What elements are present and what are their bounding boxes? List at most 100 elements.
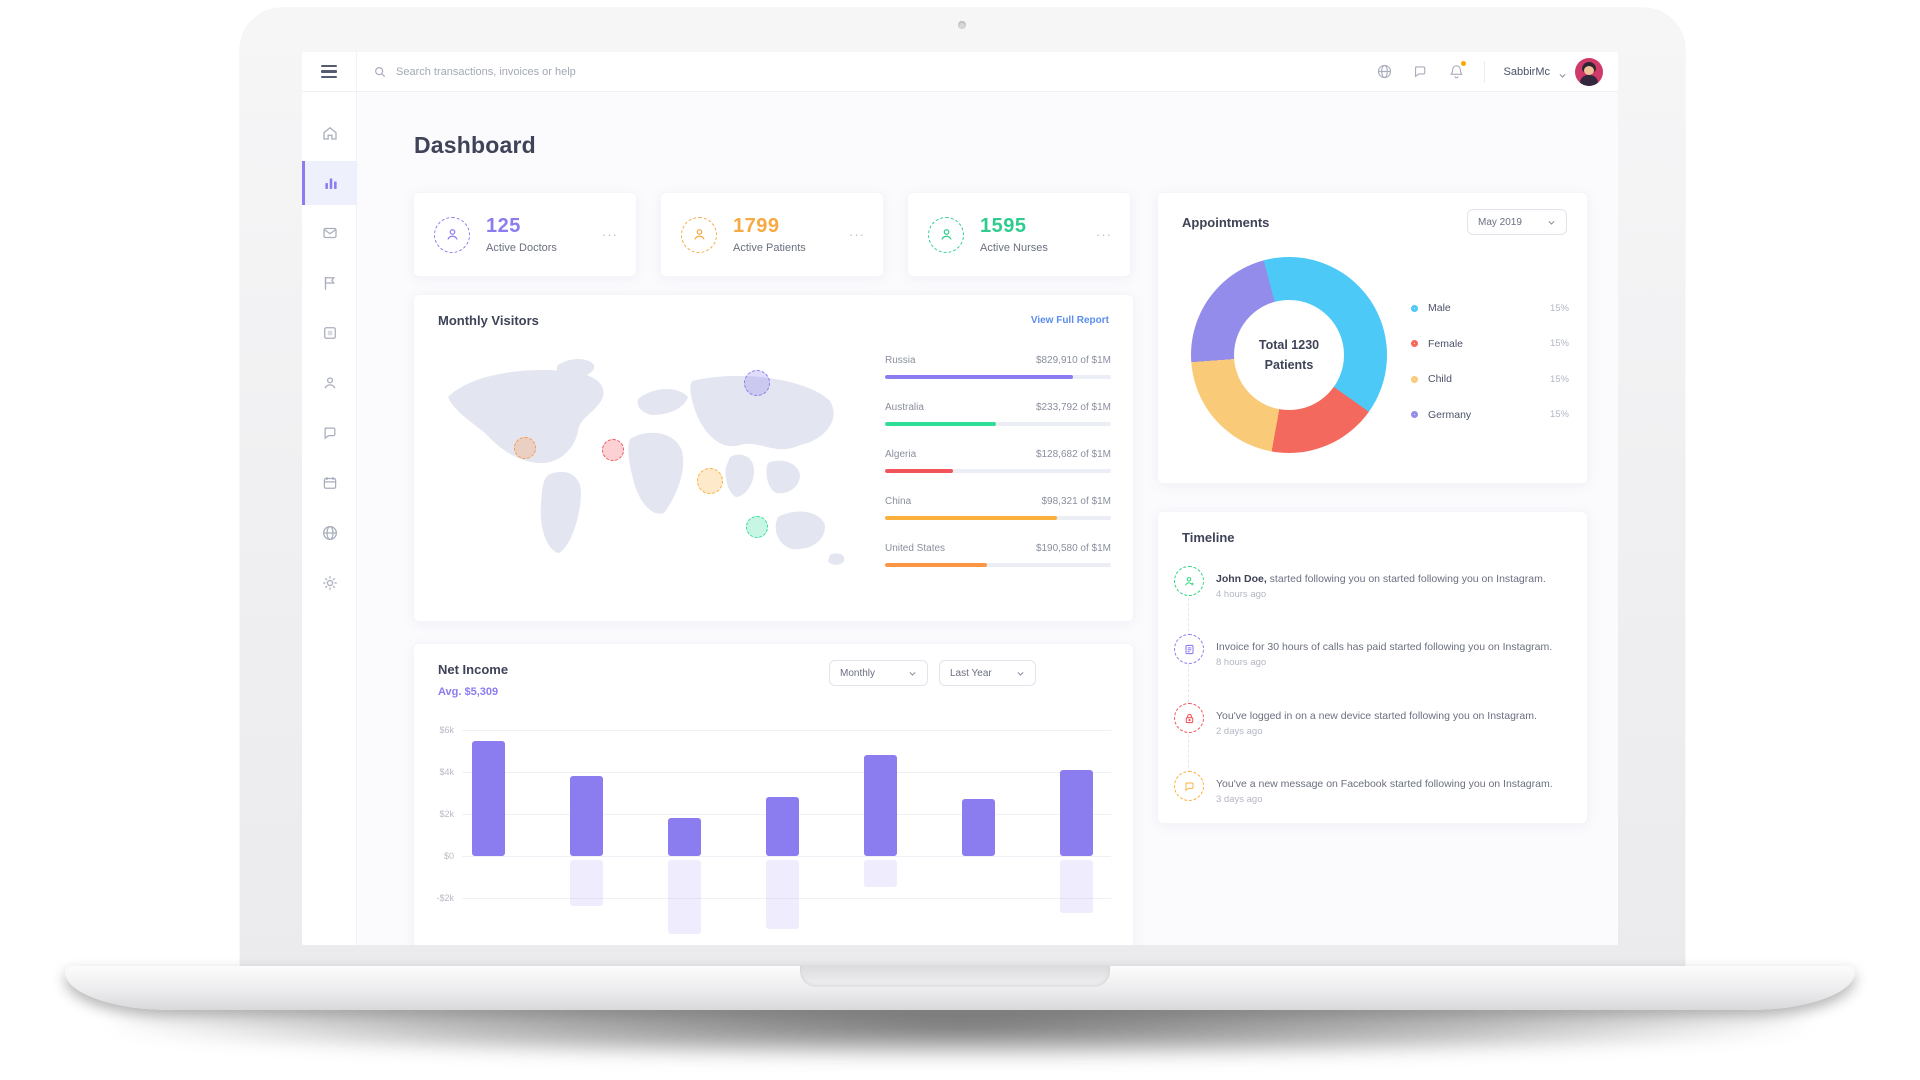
gridline xyxy=(462,856,1111,857)
legend-item-female: Female 15% xyxy=(1411,336,1569,352)
user-icon xyxy=(321,374,339,392)
app-screen: SabbirMc Dashboard 125Active Doctors···1… xyxy=(302,52,1618,945)
stat-value: 125 xyxy=(486,215,521,237)
chevron-down-icon xyxy=(1016,669,1025,678)
sidebar-item-bar-chart[interactable] xyxy=(302,161,357,205)
card-menu-button[interactable]: ··· xyxy=(602,227,618,242)
user-menu[interactable]: SabbirMc xyxy=(1503,57,1603,86)
mail-icon xyxy=(321,224,339,242)
globe-icon[interactable] xyxy=(1376,63,1393,80)
stat-text: 125 Active Doctors xyxy=(486,215,602,254)
legend-percentage: 15% xyxy=(1549,302,1569,314)
interval-dropdown[interactable]: Monthly xyxy=(829,660,928,686)
event-time: 2 days ago xyxy=(1216,726,1263,738)
country-row-header: Russia $829,910 of $1M xyxy=(885,355,1111,366)
period-dropdown-value: May 2019 xyxy=(1478,216,1522,228)
map-marker-australia xyxy=(745,516,768,538)
progress-track xyxy=(885,516,1111,520)
event-time: 3 days ago xyxy=(1216,794,1263,806)
legend-dot xyxy=(1411,375,1418,383)
stat-text: 1595 Active Nurses xyxy=(980,215,1096,254)
card-menu-button[interactable]: ··· xyxy=(849,227,865,242)
monthly-visitors-title: Monthly Visitors xyxy=(438,313,539,328)
timeline-card: Timeline John Doe, started following you… xyxy=(1157,511,1588,824)
range-dropdown[interactable]: Last Year xyxy=(939,660,1036,686)
sidebar-item-mail[interactable] xyxy=(302,211,357,255)
country-name: Algeria xyxy=(885,449,917,460)
map-marker-algeria xyxy=(601,439,624,462)
event-text: Invoice for 30 hours of calls has paid s… xyxy=(1216,641,1553,653)
view-full-report-link[interactable]: View Full Report xyxy=(1031,315,1109,326)
calendar-icon xyxy=(321,474,339,492)
income-bar xyxy=(472,740,505,856)
search-input[interactable] xyxy=(396,65,736,78)
progress-fill xyxy=(885,375,1073,379)
stat-text: 1799 Active Patients xyxy=(733,215,849,254)
home-icon xyxy=(321,124,339,142)
progress-track xyxy=(885,422,1111,426)
net-income-card: Net Income Avg. $5,309 Monthly Last Year… xyxy=(413,643,1134,945)
hamburger-menu-button[interactable] xyxy=(302,52,357,91)
timeline-event: Invoice for 30 hours of calls has paid s… xyxy=(1216,640,1568,668)
chat-icon[interactable] xyxy=(1412,63,1429,80)
timeline-title: Timeline xyxy=(1182,530,1235,545)
legend-dot xyxy=(1411,340,1418,347)
page: SabbirMc Dashboard 125Active Doctors···1… xyxy=(0,0,1920,1080)
country-name: Australia xyxy=(885,402,924,413)
progress-fill xyxy=(885,469,953,473)
income-bar-shadow xyxy=(864,860,897,888)
map-marker-russia xyxy=(743,370,770,396)
legend-label: Female xyxy=(1428,337,1464,350)
card-menu-button[interactable]: ··· xyxy=(1096,227,1112,242)
progress-track xyxy=(885,563,1111,567)
sidebar xyxy=(302,92,357,945)
legend-item-male: Male 15% xyxy=(1411,300,1569,316)
timeline-chat-icon xyxy=(1174,771,1204,801)
country-value: $829,910 of $1M xyxy=(1035,355,1111,366)
sidebar-item-calendar[interactable] xyxy=(302,461,357,505)
page-title: Dashboard xyxy=(414,132,536,158)
interval-dropdown-value: Monthly xyxy=(840,667,876,679)
user-name: SabbirMc xyxy=(1503,65,1550,78)
bell-icon[interactable] xyxy=(1448,60,1467,80)
sidebar-item-user[interactable] xyxy=(302,361,357,405)
country-value: $128,682 of $1M xyxy=(1035,449,1111,460)
chevron-down-icon xyxy=(1558,67,1567,78)
legend-label: Child xyxy=(1428,373,1452,385)
search-bar xyxy=(357,65,1376,79)
flag-icon xyxy=(321,274,339,292)
country-row-united-states: United States $190,580 of $1M xyxy=(885,543,1111,567)
event-time: 4 hours ago xyxy=(1216,589,1267,601)
sidebar-item-window[interactable] xyxy=(302,311,357,355)
gridline xyxy=(462,730,1111,731)
range-dropdown-value: Last Year xyxy=(950,667,992,679)
timeline-invoice-icon xyxy=(1174,634,1204,664)
income-bar-shadow xyxy=(668,860,701,934)
legend-label: Germany xyxy=(1428,408,1472,421)
sidebar-item-settings[interactable] xyxy=(302,561,357,605)
legend-label: Male xyxy=(1428,302,1451,314)
chevron-down-icon xyxy=(908,669,917,678)
event-text: You've logged in on a new device started… xyxy=(1216,710,1537,722)
legend-percentage: 15% xyxy=(1549,338,1569,349)
country-row-china: China $98,321 of $1M xyxy=(885,496,1111,520)
stat-label: Active Doctors xyxy=(486,242,557,254)
period-dropdown[interactable]: May 2019 xyxy=(1467,209,1567,235)
progress-track xyxy=(885,375,1111,379)
map-marker-united-states xyxy=(513,436,536,459)
timeline-lock-icon xyxy=(1174,703,1204,733)
donut-center-label: Total 1230 Patients xyxy=(1234,300,1344,410)
country-row-algeria: Algeria $128,682 of $1M xyxy=(885,449,1111,473)
y-axis-tick: $2k xyxy=(439,809,454,819)
country-row-header: Algeria $128,682 of $1M xyxy=(885,449,1111,460)
income-bar-shadow xyxy=(1060,860,1093,913)
legend-percentage: 15% xyxy=(1549,409,1569,420)
sidebar-item-flag[interactable] xyxy=(302,261,357,305)
legend-percentage: 15% xyxy=(1549,373,1569,385)
country-value: $98,321 of $1M xyxy=(1041,496,1112,507)
avatar[interactable] xyxy=(1575,57,1603,86)
sidebar-item-home[interactable] xyxy=(302,111,357,155)
sidebar-item-chat[interactable] xyxy=(302,411,357,455)
event-text: John Doe, started following you on start… xyxy=(1216,573,1546,585)
sidebar-item-globe[interactable] xyxy=(302,511,357,555)
